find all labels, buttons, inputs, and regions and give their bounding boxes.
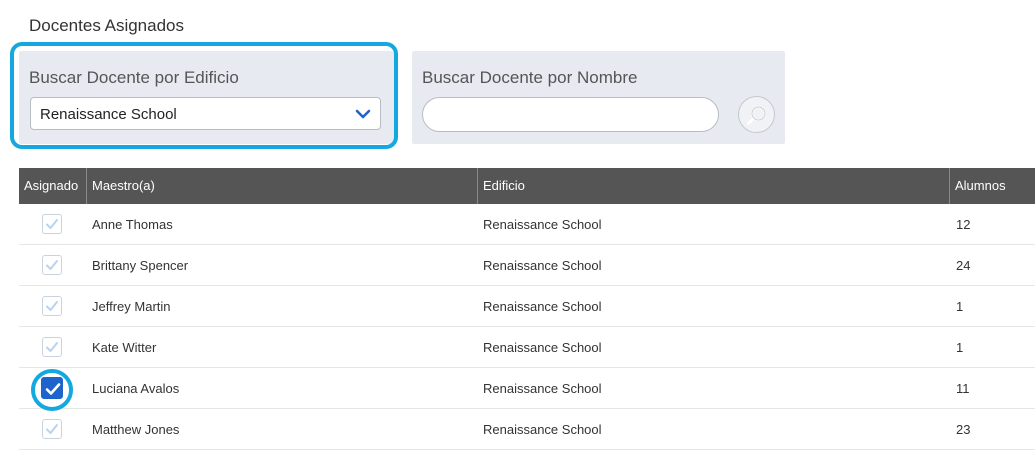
assigned-checkbox[interactable] (42, 337, 62, 357)
building-select[interactable]: Renaissance School (30, 97, 381, 130)
teacher-name: Jeffrey Martin (92, 299, 171, 314)
table-row: Brittany Spencer Renaissance School 24 (19, 245, 1035, 286)
building-filter-label: Buscar Docente por Edificio (29, 68, 239, 87)
search-button[interactable] (738, 96, 775, 133)
assigned-checkbox[interactable] (42, 255, 62, 275)
name-filter-label: Buscar Docente por Nombre (422, 68, 638, 87)
checkmark-icon (45, 383, 61, 395)
table-row: Anne Thomas Renaissance School 12 (19, 204, 1035, 245)
teacher-building: Renaissance School (483, 422, 602, 437)
search-icon (747, 105, 767, 125)
checkmark-icon (46, 301, 58, 311)
teacher-building: Renaissance School (483, 217, 602, 232)
checkmark-icon (46, 424, 58, 434)
section-title: Docentes Asignados (29, 16, 184, 35)
checkmark-icon (46, 342, 58, 352)
table-row: Kate Witter Renaissance School 1 (19, 327, 1035, 368)
teacher-name-input[interactable] (422, 97, 719, 132)
teacher-table-body: Anne Thomas Renaissance School 12 Britta… (19, 204, 1035, 450)
assigned-checkbox-selected[interactable] (41, 377, 63, 399)
table-row: Jeffrey Martin Renaissance School 1 (19, 286, 1035, 327)
teacher-building: Renaissance School (483, 299, 602, 314)
assigned-checkbox[interactable] (42, 296, 62, 316)
name-filter-panel: Buscar Docente por Nombre (412, 51, 785, 144)
table-header: Asignado Maestro(a) Edificio Alumnos (19, 168, 1035, 204)
column-header-teacher[interactable]: Maestro(a) (87, 168, 478, 204)
building-select-value: Renaissance School (40, 106, 177, 123)
student-count: 23 (956, 422, 971, 437)
teacher-name: Matthew Jones (92, 422, 180, 437)
assigned-checkbox[interactable] (42, 214, 62, 234)
teacher-building: Renaissance School (483, 258, 602, 273)
building-filter-panel: Buscar Docente por Edificio Renaissance … (19, 51, 394, 144)
column-header-assigned[interactable]: Asignado (19, 168, 87, 204)
assigned-checkbox[interactable] (42, 419, 62, 439)
student-count: 11 (956, 381, 970, 396)
teacher-building: Renaissance School (483, 340, 602, 355)
student-count: 1 (956, 340, 964, 355)
teacher-building: Renaissance School (483, 381, 602, 396)
teacher-name: Anne Thomas (92, 217, 173, 232)
student-count: 12 (956, 217, 971, 232)
column-header-building[interactable]: Edificio (478, 168, 950, 204)
table-row: Matthew Jones Renaissance School 23 (19, 409, 1035, 450)
chevron-down-icon (355, 106, 371, 122)
student-count: 1 (956, 299, 964, 314)
teacher-name: Brittany Spencer (92, 258, 189, 273)
table-row: Luciana Avalos Renaissance School 11 (19, 368, 1035, 411)
checkmark-icon (46, 219, 58, 229)
teacher-name: Luciana Avalos (92, 381, 180, 396)
student-count: 24 (956, 258, 971, 273)
checkmark-icon (46, 260, 58, 270)
column-header-students[interactable]: Alumnos (950, 168, 1035, 204)
teacher-name: Kate Witter (92, 340, 157, 355)
